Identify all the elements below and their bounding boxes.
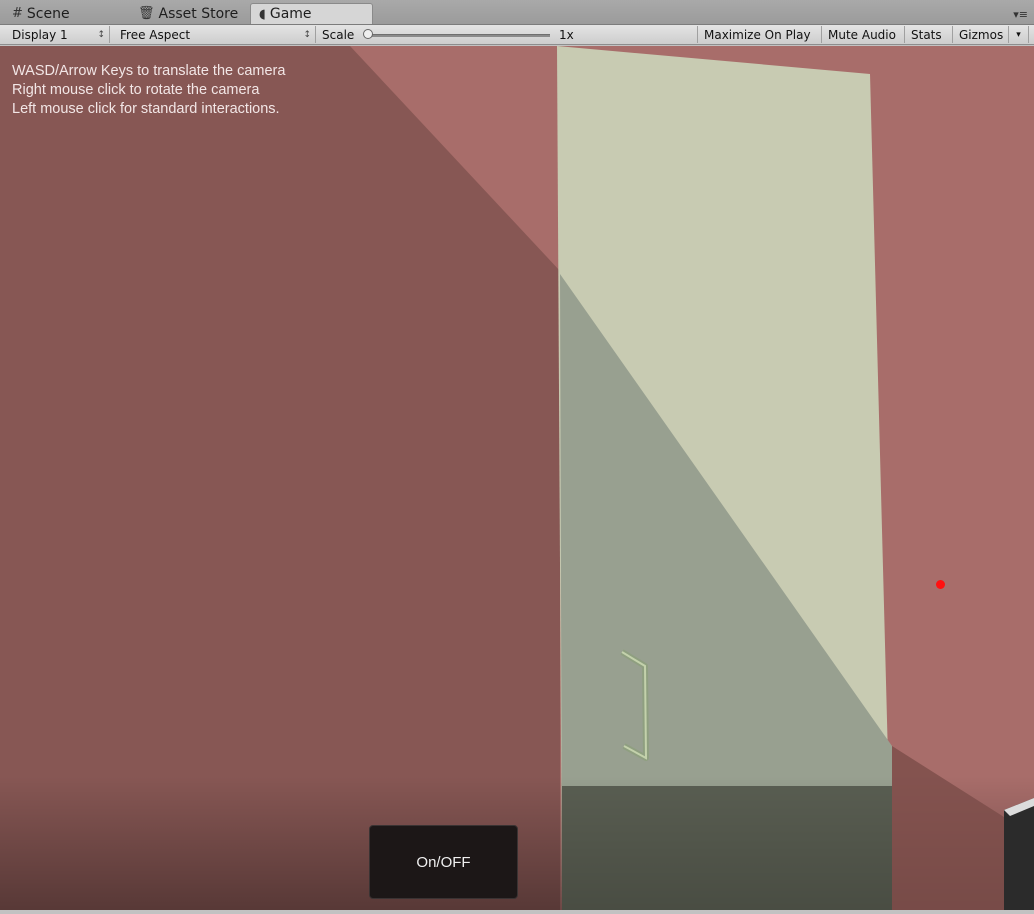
gizmos-button[interactable]: Gizmos (953, 26, 1009, 43)
store-icon: 🗑︎ (138, 6, 155, 21)
tab-label: Game (269, 6, 312, 22)
maximize-on-play-label: Maximize On Play (704, 27, 811, 42)
pacman-icon: ◖ (259, 6, 266, 22)
tab-label: Scene (26, 5, 70, 22)
updown-arrow-icon: ↕ (97, 29, 105, 40)
box-object (1004, 798, 1034, 910)
scale-slider-track[interactable] (370, 34, 550, 37)
on-off-button[interactable]: On/OFF (369, 825, 518, 899)
instruction-line: Right mouse click to rotate the camera (12, 82, 260, 98)
window-tab-bar: # Scene 🗑︎ Asset Store ◖ Game ▾≡ (0, 0, 1034, 25)
updown-arrow-icon: ↕ (303, 29, 311, 40)
stats-label: Stats (911, 27, 942, 42)
maximize-on-play-button[interactable]: Maximize On Play (697, 26, 822, 43)
mute-audio-label: Mute Audio (828, 27, 896, 42)
hash-icon: # (12, 6, 23, 21)
game-viewport[interactable]: WASD/Arrow Keys to translate the camera … (0, 46, 1034, 910)
tab-scene[interactable]: # Scene (4, 3, 78, 24)
crosshair-dot (936, 580, 945, 589)
tab-menu-icon[interactable]: ▾≡ (1013, 8, 1028, 21)
tab-game[interactable]: ◖ Game (250, 3, 373, 24)
gizmos-dropdown[interactable]: ▾ (1009, 26, 1029, 43)
chevron-down-icon: ▾ (1016, 29, 1021, 40)
instruction-line: WASD/Arrow Keys to translate the camera (12, 63, 286, 79)
tab-label: Asset Store (158, 5, 239, 22)
instruction-line: Left mouse click for standard interactio… (12, 101, 280, 117)
bottom-border (0, 910, 1034, 914)
on-off-label: On/OFF (416, 853, 471, 871)
display-dropdown[interactable]: Display 1 ↕ (6, 26, 110, 43)
mute-audio-button[interactable]: Mute Audio (822, 26, 905, 43)
aspect-dropdown-label: Free Aspect (120, 27, 191, 42)
scale-label: Scale (322, 27, 355, 42)
display-dropdown-label: Display 1 (12, 27, 68, 42)
stats-button[interactable]: Stats (905, 26, 953, 43)
game-toolbar: Display 1 ↕ Free Aspect ↕ Scale 1x Maxim… (0, 25, 1034, 45)
scene-render (0, 46, 1034, 910)
aspect-dropdown[interactable]: Free Aspect ↕ (114, 26, 316, 43)
scale-slider-knob[interactable] (363, 29, 373, 39)
door-bottom-shadow (562, 786, 892, 910)
tab-asset-store[interactable]: 🗑︎ Asset Store (130, 3, 246, 24)
scale-value: 1x (559, 27, 574, 42)
gizmos-label: Gizmos (959, 27, 1004, 42)
